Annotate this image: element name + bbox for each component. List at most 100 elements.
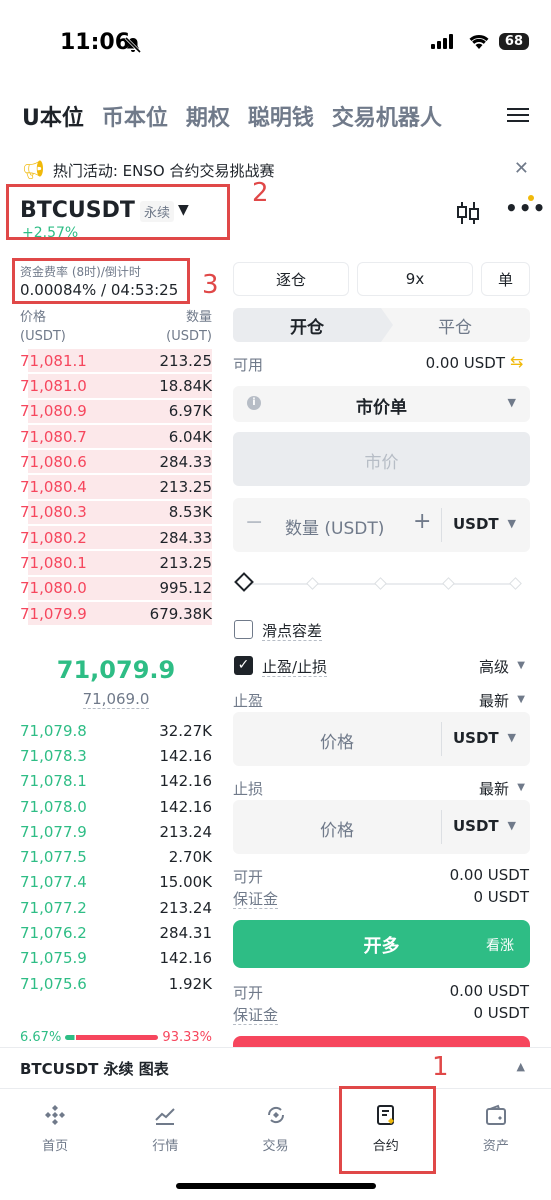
bid-row[interactable]: 71,077.9 213.24 xyxy=(20,819,212,844)
funding-rate-label[interactable]: 资金费率 (8时)/倒计时 xyxy=(20,263,141,280)
ask-row[interactable]: 71,080.4 213.25 xyxy=(20,474,212,499)
ask-row[interactable]: 71,079.9 679.38K xyxy=(20,601,212,626)
banner-text: 热门活动: ENSO 合约交易挑战赛 xyxy=(52,161,275,180)
hamburger-menu-icon[interactable] xyxy=(507,104,529,126)
chevron-down-icon[interactable]: ▼ xyxy=(517,660,525,671)
slider-tick[interactable] xyxy=(509,577,522,590)
ask-row[interactable]: 71,080.6 284.33 xyxy=(20,449,212,474)
status-bar: 11:06 68 xyxy=(0,0,551,92)
status-time: 11:06 xyxy=(60,30,131,55)
quantity-input[interactable]: − 数量 (USDT) + USDT ▼ xyxy=(233,498,530,552)
divider xyxy=(441,722,442,756)
tab-trade-label: 交易 xyxy=(262,1139,289,1154)
available-label: 可用 xyxy=(233,356,264,374)
ask-row[interactable]: 71,080.1 213.25 xyxy=(20,550,212,575)
top-nav-tabs: U本位 币本位 期权 聪明钱 交易机器人 xyxy=(0,92,551,140)
ask-row[interactable]: 71,081.0 18.84K xyxy=(20,373,212,398)
qty-column-header: 数量 (USDT) xyxy=(166,310,212,344)
tab-markets-label: 行情 xyxy=(152,1139,179,1154)
slippage-label[interactable]: 滑点容差 xyxy=(262,620,323,641)
tab-close[interactable]: 平仓 xyxy=(380,308,530,342)
tab-assets[interactable]: 资产 xyxy=(441,1089,551,1168)
leverage-button[interactable]: 9x xyxy=(357,262,473,296)
tpsl-label[interactable]: 止盈/止损 xyxy=(262,656,328,677)
tpsl-checkbox[interactable]: ✓ xyxy=(234,656,253,675)
close-icon[interactable]: ✕ xyxy=(514,158,529,179)
bid-row[interactable]: 71,077.4 15.00K xyxy=(20,870,212,895)
bid-row[interactable]: 71,077.5 2.70K xyxy=(20,844,212,869)
tab-options[interactable]: 期权 xyxy=(186,100,230,132)
tab-smart-money[interactable]: 聪明钱 xyxy=(248,100,314,132)
slider-tick[interactable] xyxy=(306,577,319,590)
bid-row[interactable]: 71,075.6 1.92K xyxy=(20,971,212,996)
more-options-icon[interactable]: ••• xyxy=(505,196,546,220)
tab-trade[interactable]: 交易 xyxy=(220,1089,330,1168)
bid-row[interactable]: 71,075.9 142.16 xyxy=(20,946,212,971)
order-type-select[interactable]: i 市价单 ▼ xyxy=(233,386,530,422)
trade-icon xyxy=(267,1106,284,1124)
buy-ratio: 6.67% xyxy=(20,1030,62,1045)
slider-tick[interactable] xyxy=(374,577,387,590)
plus-icon[interactable]: + xyxy=(413,509,431,534)
tab-trading-bots[interactable]: 交易机器人 xyxy=(332,100,442,132)
transfer-icon[interactable]: ⇆ xyxy=(510,352,523,371)
available-value: 0.00 USDT xyxy=(425,354,505,372)
price-input[interactable]: 市价 xyxy=(233,432,530,486)
notification-dot xyxy=(528,195,534,201)
sl-trigger-select[interactable]: 最新 xyxy=(479,778,509,799)
chevron-up-icon[interactable]: ▲ xyxy=(517,1060,525,1073)
slippage-checkbox[interactable] xyxy=(234,620,253,639)
bid-row[interactable]: 71,077.2 213.24 xyxy=(20,895,212,920)
sl-unit[interactable]: USDT xyxy=(453,817,499,835)
chevron-down-icon[interactable]: ▼ xyxy=(517,782,525,793)
bid-row[interactable]: 71,078.3 142.16 xyxy=(20,743,212,768)
chart-toggle-bar[interactable]: BTCUSDT 永续 图表 ▲ xyxy=(0,1047,551,1087)
quantity-unit[interactable]: USDT xyxy=(453,515,499,533)
megaphone-icon: 📢︎ xyxy=(22,159,45,181)
stop-loss-input[interactable]: 价格 USDT ▼ xyxy=(233,800,530,854)
promo-banner[interactable]: 📢︎ 热门活动: ENSO 合约交易挑战赛 xyxy=(22,158,532,182)
margin-mode-button[interactable]: 逐仓 xyxy=(233,262,349,296)
ask-row[interactable]: 71,080.7 6.04K xyxy=(20,424,212,449)
chevron-down-icon[interactable]: ▼ xyxy=(517,694,525,705)
slider-handle[interactable] xyxy=(234,572,254,592)
tab-markets[interactable]: 行情 xyxy=(110,1089,220,1168)
chevron-down-icon[interactable]: ▼ xyxy=(508,819,516,832)
advanced-select[interactable]: 高级 xyxy=(479,656,509,677)
bid-row[interactable]: 71,078.0 142.16 xyxy=(20,794,212,819)
chevron-down-icon[interactable]: ▼ xyxy=(508,731,516,744)
annotation-label-3: 3 xyxy=(202,270,219,300)
tab-open[interactable]: 开仓 xyxy=(233,308,381,342)
minus-icon[interactable]: − xyxy=(245,510,263,535)
slider-tick[interactable] xyxy=(442,577,455,590)
order-type-value: 市价单 xyxy=(356,398,407,418)
chart-bar-label: BTCUSDT 永续 图表 xyxy=(20,1060,169,1078)
last-price[interactable]: 71,079.9 xyxy=(20,656,212,684)
bid-row[interactable]: 71,076.2 284.31 xyxy=(20,920,212,945)
bid-row[interactable]: 71,079.8 32.27K xyxy=(20,718,212,743)
ask-row[interactable]: 71,080.9 6.97K xyxy=(20,399,212,424)
tab-home[interactable]: 首页 xyxy=(0,1089,110,1168)
tab-usdm[interactable]: U本位 xyxy=(22,100,84,132)
long-margin-label: 保证金 xyxy=(233,890,279,909)
take-profit-input[interactable]: 价格 USDT ▼ xyxy=(233,712,530,766)
ask-row[interactable]: 71,080.2 284.33 xyxy=(20,525,212,550)
tp-trigger-select[interactable]: 最新 xyxy=(479,690,509,711)
battery-indicator: 68 xyxy=(498,32,529,50)
tp-unit[interactable]: USDT xyxy=(453,729,499,747)
position-mode-button[interactable]: 单 xyxy=(481,262,530,296)
annotation-label-1: 1 xyxy=(432,1052,449,1082)
ask-list: 71,081.1 213.25 71,081.0 18.84K 71,080.9 6.… xyxy=(20,348,212,626)
open-long-button[interactable]: 开多 看涨 xyxy=(233,920,530,968)
ask-row[interactable]: 71,080.3 8.53K xyxy=(20,500,212,525)
candlestick-icon[interactable] xyxy=(456,200,480,226)
quantity-slider[interactable] xyxy=(234,572,522,596)
chevron-down-icon[interactable]: ▼ xyxy=(508,517,516,530)
tab-coinm[interactable]: 币本位 xyxy=(102,100,168,132)
bid-row[interactable]: 71,078.1 142.16 xyxy=(20,769,212,794)
annotation-box-1 xyxy=(339,1086,436,1174)
bid-list: 71,079.8 32.27K 71,078.3 142.16 71,078.1 14… xyxy=(20,718,212,996)
ask-row[interactable]: 71,081.1 213.25 xyxy=(20,348,212,373)
wallet-icon xyxy=(485,1104,506,1125)
ask-row[interactable]: 71,080.0 995.12 xyxy=(20,576,212,601)
